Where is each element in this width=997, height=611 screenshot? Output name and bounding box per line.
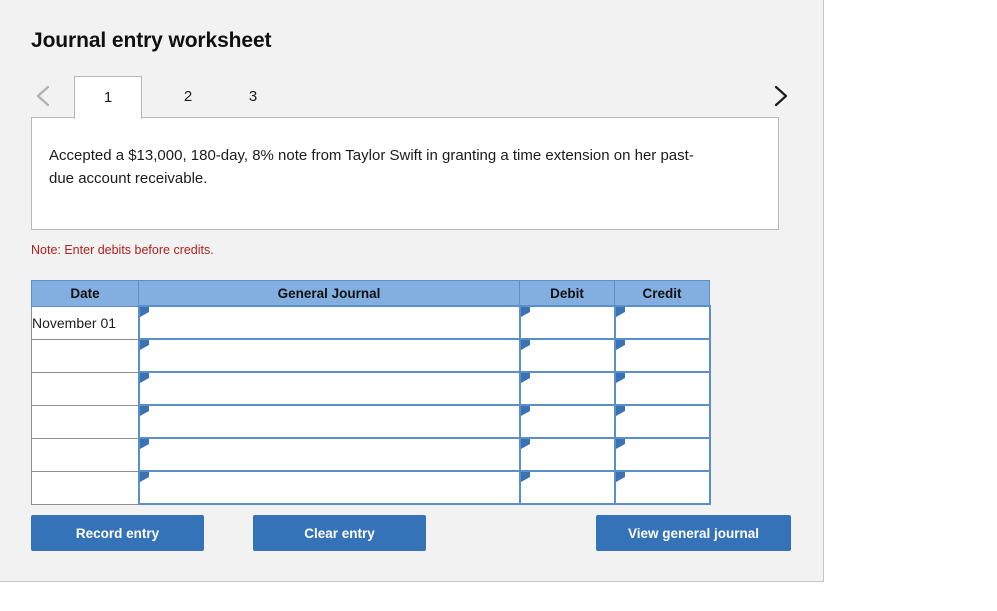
cell-marker-icon [139,373,149,383]
view-general-journal-button[interactable]: View general journal [596,515,791,551]
general-journal-input[interactable] [137,470,521,505]
table-row [31,338,711,373]
date-cell[interactable] [31,438,139,472]
cell-marker-icon [139,472,149,482]
worksheet-panel: Journal entry worksheet 1 2 3 Accepted a… [0,0,824,582]
cell-marker-icon [615,373,625,383]
tab-page-3-label: 3 [248,88,258,105]
tab-page-2[interactable]: 2 [159,76,217,119]
chevron-left-icon[interactable] [31,83,57,109]
date-cell[interactable]: November 01 [31,305,139,340]
credit-input[interactable] [613,470,711,505]
date-cell[interactable] [31,372,139,406]
general-journal-input[interactable] [137,371,521,406]
table-header-row: Date General Journal Debit Credit [31,280,710,307]
debit-input[interactable] [518,437,616,472]
cell-marker-icon [520,406,530,416]
debit-input[interactable] [518,404,616,439]
date-cell[interactable] [31,339,139,373]
debit-input[interactable] [518,338,616,373]
table-row [31,437,711,472]
cell-marker-icon [615,340,625,350]
action-button-bar: Record entry Clear entry View general jo… [31,515,791,551]
cell-marker-icon [615,406,625,416]
cell-marker-icon [520,439,530,449]
table-row: November 01 [31,305,711,340]
cell-marker-icon [615,439,625,449]
general-journal-input[interactable] [137,338,521,373]
general-journal-input[interactable] [137,404,521,439]
transaction-description-text: Accepted a $13,000, 180-day, 8% note fro… [49,147,694,187]
tab-page-1-label: 1 [103,89,113,106]
table-row [31,371,711,406]
credit-input[interactable] [613,437,711,472]
table-row [31,404,711,439]
column-header-date: Date [31,280,139,307]
tab-page-2-label: 2 [183,88,193,105]
date-cell[interactable] [31,405,139,439]
tab-page-3[interactable]: 3 [224,76,282,119]
general-journal-input[interactable] [137,305,521,340]
cell-marker-icon [520,472,530,482]
cell-marker-icon [615,307,625,317]
cell-marker-icon [139,307,149,317]
credit-input[interactable] [613,338,711,373]
credit-input[interactable] [613,305,711,340]
column-header-credit: Credit [614,280,710,307]
clear-entry-button[interactable]: Clear entry [253,515,426,551]
column-header-debit: Debit [519,280,615,307]
record-entry-button[interactable]: Record entry [31,515,204,551]
debit-input[interactable] [518,470,616,505]
table-row [31,470,711,505]
cell-marker-icon [520,340,530,350]
column-header-general-journal: General Journal [138,280,520,307]
cell-marker-icon [520,307,530,317]
credit-input[interactable] [613,404,711,439]
worksheet-pager: 1 2 3 [31,74,793,119]
cell-marker-icon [139,340,149,350]
debit-input[interactable] [518,305,616,340]
transaction-description-box: Accepted a $13,000, 180-day, 8% note fro… [31,117,779,230]
chevron-right-icon[interactable] [767,83,793,109]
cell-marker-icon [520,373,530,383]
general-journal-input[interactable] [137,437,521,472]
date-cell[interactable] [31,471,139,505]
cell-marker-icon [139,439,149,449]
page-title: Journal entry worksheet [31,29,272,52]
debits-before-credits-note: Note: Enter debits before credits. [31,243,214,257]
journal-entry-table: Date General Journal Debit Credit Novemb… [31,280,711,505]
tab-page-1[interactable]: 1 [74,76,142,119]
cell-marker-icon [615,472,625,482]
credit-input[interactable] [613,371,711,406]
debit-input[interactable] [518,371,616,406]
cell-marker-icon [139,406,149,416]
